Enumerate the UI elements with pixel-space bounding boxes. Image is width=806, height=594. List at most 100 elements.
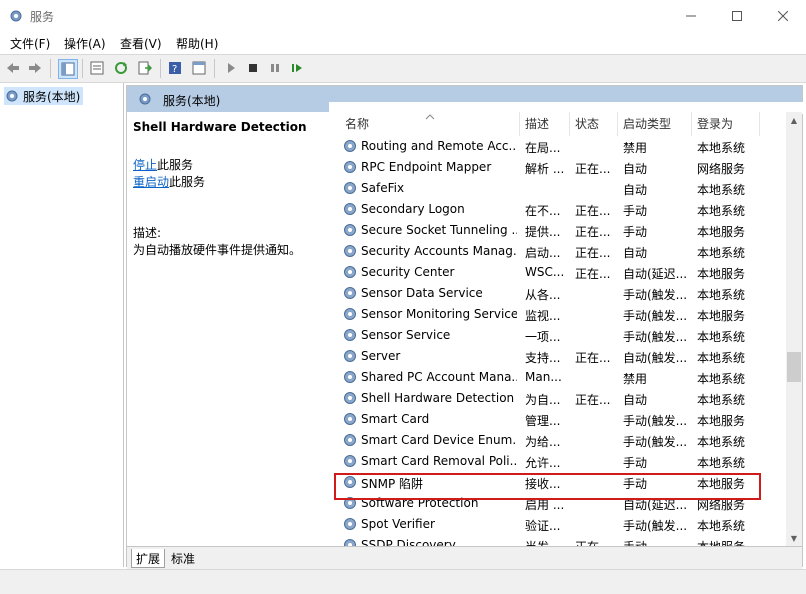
- show-console-tree-button[interactable]: [58, 59, 78, 79]
- restart-service-link[interactable]: 重启动: [133, 175, 169, 189]
- column-separator[interactable]: [617, 112, 618, 136]
- table-row[interactable]: Spot Verifier 验证... 手动(触发... 本地系统: [329, 514, 786, 535]
- column-separator[interactable]: [691, 112, 692, 136]
- service-startup-type: 手动: [623, 204, 648, 218]
- service-startup-type: 手动(触发...: [623, 330, 688, 344]
- description-text: 为自动播放硬件事件提供通知。: [133, 243, 302, 257]
- play-icon: [228, 63, 235, 73]
- status-bar: [0, 569, 806, 594]
- table-row[interactable]: Smart Card Removal Poli... 允许... 手动 本地系统: [329, 451, 786, 472]
- table-row[interactable]: Secondary Logon 在不... 正在... 手动 本地系统: [329, 199, 786, 220]
- console-tree-icon: [61, 62, 75, 76]
- table-row[interactable]: Smart Card 管理... 手动(触发... 本地服务: [329, 409, 786, 430]
- start-service-button[interactable]: [222, 59, 240, 77]
- pause-service-button[interactable]: [266, 59, 284, 77]
- column-header-description[interactable]: 描述: [525, 112, 549, 136]
- tree-item-label: 服务(本地): [23, 89, 81, 104]
- service-logon-as: 本地系统: [697, 393, 746, 407]
- toolbar-separator: [160, 59, 161, 78]
- close-button[interactable]: [760, 0, 806, 32]
- service-description: 提供...: [525, 225, 561, 239]
- table-row[interactable]: RPC Endpoint Mapper 解析 ... 正在... 自动 网络服务: [329, 157, 786, 178]
- tab-extended[interactable]: 扩展: [131, 549, 166, 568]
- properties-button[interactable]: [88, 59, 106, 77]
- menu-view[interactable]: 查看(V): [120, 35, 162, 52]
- scroll-down-icon[interactable]: ▼: [786, 530, 802, 546]
- service-status: 正在...: [575, 351, 611, 365]
- menu-action[interactable]: 操作(A): [64, 35, 106, 52]
- service-startup-type: 手动(触发...: [623, 519, 688, 533]
- scroll-up-icon[interactable]: ▲: [786, 112, 802, 128]
- table-row[interactable]: Sensor Data Service 从各... 手动(触发... 本地系统: [329, 283, 786, 304]
- table-row[interactable]: SSDP Discovery 当发... 正在... 手动本地服务: [329, 535, 786, 546]
- service-description: 监视...: [525, 309, 561, 323]
- table-row[interactable]: Sensor Service 一项... 手动(触发... 本地系统: [329, 325, 786, 346]
- menu-help[interactable]: 帮助(H): [176, 35, 218, 52]
- service-logon-as: 本地系统: [697, 288, 746, 302]
- maximize-button[interactable]: [714, 0, 760, 32]
- table-row[interactable]: Shared PC Account Mana... Man... 禁用 本地系统: [329, 367, 786, 388]
- tree-item-services-local[interactable]: 服务(本地): [4, 87, 84, 105]
- table-row[interactable]: Security Center WSC... 正在... 自动(延迟... 本地服务: [329, 262, 786, 283]
- table-row[interactable]: Shell Hardware Detection 为自... 正在... 自动 本地系统: [329, 388, 786, 409]
- view-button[interactable]: [190, 59, 208, 77]
- refresh-button[interactable]: [112, 59, 130, 77]
- service-description: 为自...: [525, 393, 561, 407]
- service-gear-icon: [344, 203, 356, 215]
- back-button[interactable]: [4, 59, 22, 77]
- table-row[interactable]: Smart Card Device Enum... 为给... 手动(触发... 本地…: [329, 430, 786, 451]
- svg-text:?: ?: [172, 64, 177, 75]
- service-gear-icon: [344, 140, 356, 152]
- column-separator[interactable]: [759, 112, 760, 136]
- properties-icon: [90, 61, 104, 75]
- forward-button[interactable]: [26, 59, 44, 77]
- service-logon-as: 本地系统: [697, 246, 746, 260]
- export-list-button[interactable]: [136, 59, 154, 77]
- description-label: 描述:: [133, 226, 162, 240]
- service-logon-as: 本地系统: [697, 141, 746, 155]
- service-name: RPC Endpoint Mapper: [361, 160, 492, 174]
- service-logon-as: 本地服务: [697, 267, 746, 281]
- service-name: Server: [361, 349, 401, 363]
- help-icon: ?: [169, 62, 181, 75]
- service-name: Shared PC Account Mana...: [361, 370, 517, 384]
- stop-service-suffix: 此服务: [157, 158, 194, 172]
- table-row[interactable]: Secure Socket Tunneling ... 提供... 正在... 手动 本…: [329, 220, 786, 241]
- tab-standard[interactable]: 标准: [167, 549, 199, 567]
- vertical-scrollbar[interactable]: ▲ ▼: [786, 112, 802, 546]
- stop-service-button[interactable]: [244, 59, 262, 77]
- console-tree: 服务(本地): [0, 83, 124, 567]
- services-list: 名称 描述 状态 启动类型 登录为 Routing and Remote Acc…: [329, 112, 786, 546]
- table-row[interactable]: Routing and Remote Acc... 在局... 禁用 本地系统: [329, 136, 786, 157]
- table-row[interactable]: Security Accounts Manag... 启动... 正在... 自动 本地…: [329, 241, 786, 262]
- service-logon-as: 本地系统: [697, 519, 746, 533]
- column-separator[interactable]: [519, 112, 520, 136]
- table-row[interactable]: SafeFix 自动 本地系统: [329, 178, 786, 199]
- restart-service-row: 重启动此服务: [133, 173, 205, 190]
- column-header-name[interactable]: 名称: [345, 112, 369, 136]
- column-separator[interactable]: [569, 112, 570, 136]
- service-startup-type: 禁用: [623, 372, 648, 386]
- service-startup-type: 手动(触发...: [623, 435, 688, 449]
- restart-service-button[interactable]: [288, 59, 306, 77]
- stop-service-link[interactable]: 停止: [133, 158, 157, 172]
- scrollbar-thumb[interactable]: [787, 352, 801, 382]
- menu-file[interactable]: 文件(F): [10, 35, 50, 52]
- column-header-logon-as[interactable]: 登录为: [697, 112, 733, 136]
- service-logon-as: 本地系统: [697, 372, 746, 386]
- minimize-button[interactable]: [668, 0, 714, 32]
- help-button[interactable]: ?: [166, 59, 184, 77]
- service-description: Man...: [525, 370, 562, 384]
- minimize-icon: [686, 15, 696, 17]
- toolbar: ?: [0, 54, 806, 83]
- table-row[interactable]: Sensor Monitoring Service 监视... 手动(触发... 本地…: [329, 304, 786, 325]
- service-startup-type: 自动: [623, 183, 648, 197]
- service-description: 支持...: [525, 351, 561, 365]
- restart-icon: [292, 64, 302, 72]
- column-header-status[interactable]: 状态: [575, 112, 599, 136]
- service-startup-type: 手动: [623, 456, 648, 470]
- column-header-startup-type[interactable]: 启动类型: [623, 112, 671, 136]
- table-row[interactable]: Server 支持... 正在... 自动(触发... 本地系统: [329, 346, 786, 367]
- service-name: Secondary Logon: [361, 202, 465, 216]
- service-status: 正在...: [575, 162, 611, 176]
